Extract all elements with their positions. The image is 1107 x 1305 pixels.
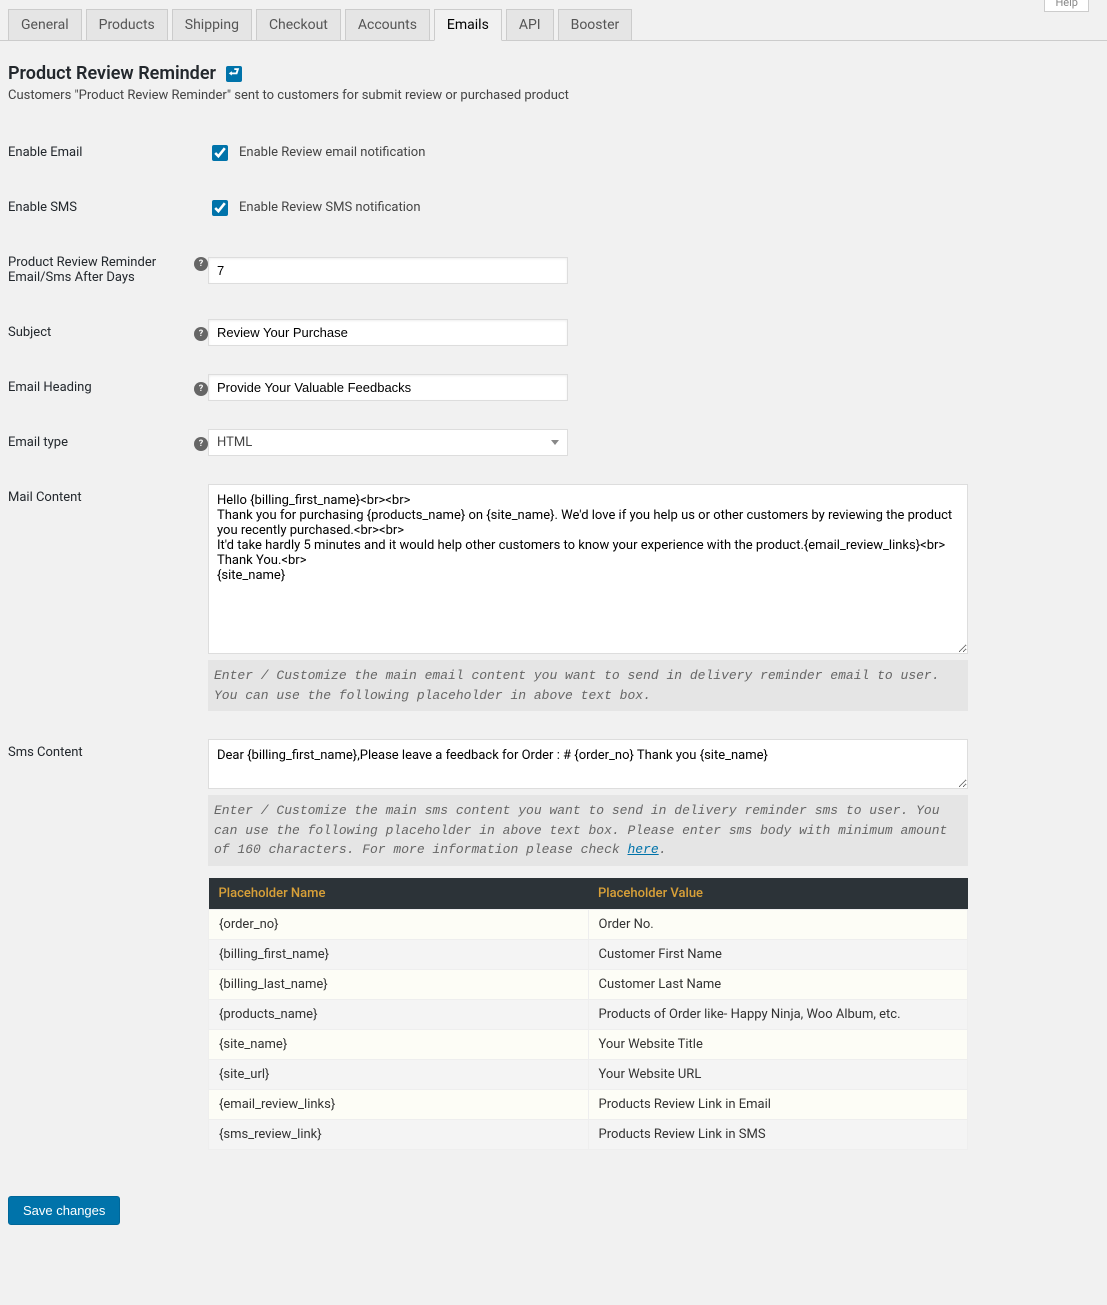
subject-label: Subject xyxy=(8,305,208,360)
placeholder-value-header: Placeholder Value xyxy=(588,878,968,910)
subject-input[interactable] xyxy=(208,319,568,346)
enable-email-checkbox[interactable] xyxy=(212,145,228,161)
table-row: {site_name}Your Website Title xyxy=(209,1029,968,1059)
placeholder-name-cell: {billing_first_name} xyxy=(209,939,589,969)
sms-content-label: Sms Content xyxy=(8,725,208,1164)
table-row: {site_url}Your Website URL xyxy=(209,1059,968,1089)
placeholder-name-cell: {products_name} xyxy=(209,999,589,1029)
placeholder-name-cell: {sms_review_link} xyxy=(209,1119,589,1149)
email-type-value: HTML xyxy=(217,435,252,450)
help-dropdown[interactable]: Help xyxy=(1044,0,1089,12)
tab-products[interactable]: Products xyxy=(86,9,168,40)
placeholder-value-cell: Products Review Link in SMS xyxy=(588,1119,968,1149)
mail-content-label: Mail Content xyxy=(8,470,208,725)
enable-email-checkbox-label: Enable Review email notification xyxy=(239,145,425,160)
placeholder-value-cell: Your Website URL xyxy=(588,1059,968,1089)
placeholders-table: Placeholder Name Placeholder Value {orde… xyxy=(208,878,968,1150)
placeholder-name-cell: {order_no} xyxy=(209,909,589,939)
sms-content-hint: Enter / Customize the main sms content y… xyxy=(208,795,968,866)
tab-general[interactable]: General xyxy=(8,9,82,40)
save-button[interactable]: Save changes xyxy=(8,1196,120,1225)
tab-checkout[interactable]: Checkout xyxy=(256,9,341,40)
tab-api[interactable]: API xyxy=(506,9,554,40)
page-title: Product Review Reminder ⮐ xyxy=(8,63,1099,84)
table-row: {email_review_links}Products Review Link… xyxy=(209,1089,968,1119)
tab-accounts[interactable]: Accounts xyxy=(345,9,430,40)
placeholder-value-cell: Customer Last Name xyxy=(588,969,968,999)
email-heading-label: Email Heading xyxy=(8,360,208,415)
placeholder-value-cell: Customer First Name xyxy=(588,939,968,969)
placeholder-name-header: Placeholder Name xyxy=(209,878,589,910)
sms-hint-link[interactable]: here xyxy=(627,842,658,857)
days-input[interactable] xyxy=(208,257,568,284)
email-type-label: Email type xyxy=(8,415,208,470)
email-heading-input[interactable] xyxy=(208,374,568,401)
enable-email-label: Enable Email xyxy=(8,125,208,180)
placeholder-value-cell: Your Website Title xyxy=(588,1029,968,1059)
table-row: {sms_review_link}Products Review Link in… xyxy=(209,1119,968,1149)
tab-bar: GeneralProductsShippingCheckoutAccountsE… xyxy=(0,0,1107,41)
page-subtitle: Customers "Product Review Reminder" sent… xyxy=(8,88,1099,103)
placeholder-value-cell: Products Review Link in Email xyxy=(588,1089,968,1119)
table-row: {billing_first_name}Customer First Name xyxy=(209,939,968,969)
placeholder-name-cell: {site_url} xyxy=(209,1059,589,1089)
table-row: {order_no}Order No. xyxy=(209,909,968,939)
page-title-text: Product Review Reminder xyxy=(8,63,216,84)
days-label: Product Review Reminder Email/Sms After … xyxy=(8,235,208,305)
sms-content-textarea[interactable] xyxy=(208,739,968,789)
email-type-select[interactable]: HTML xyxy=(208,429,568,456)
tab-shipping[interactable]: Shipping xyxy=(172,9,252,40)
mail-content-hint: Enter / Customize the main email content… xyxy=(208,660,968,711)
placeholder-name-cell: {email_review_links} xyxy=(209,1089,589,1119)
chevron-down-icon xyxy=(551,440,559,445)
table-row: {products_name}Products of Order like- H… xyxy=(209,999,968,1029)
mail-content-textarea[interactable] xyxy=(208,484,968,654)
enable-sms-label: Enable SMS xyxy=(8,180,208,235)
enable-sms-checkbox-label: Enable Review SMS notification xyxy=(239,200,421,215)
tab-emails[interactable]: Emails xyxy=(434,9,502,41)
back-to-list-icon[interactable]: ⮐ xyxy=(226,66,242,82)
placeholder-value-cell: Products of Order like- Happy Ninja, Woo… xyxy=(588,999,968,1029)
enable-sms-checkbox[interactable] xyxy=(212,200,228,216)
tab-booster[interactable]: Booster xyxy=(558,9,633,40)
table-row: {billing_last_name}Customer Last Name xyxy=(209,969,968,999)
placeholder-value-cell: Order No. xyxy=(588,909,968,939)
placeholder-name-cell: {site_name} xyxy=(209,1029,589,1059)
placeholder-name-cell: {billing_last_name} xyxy=(209,969,589,999)
